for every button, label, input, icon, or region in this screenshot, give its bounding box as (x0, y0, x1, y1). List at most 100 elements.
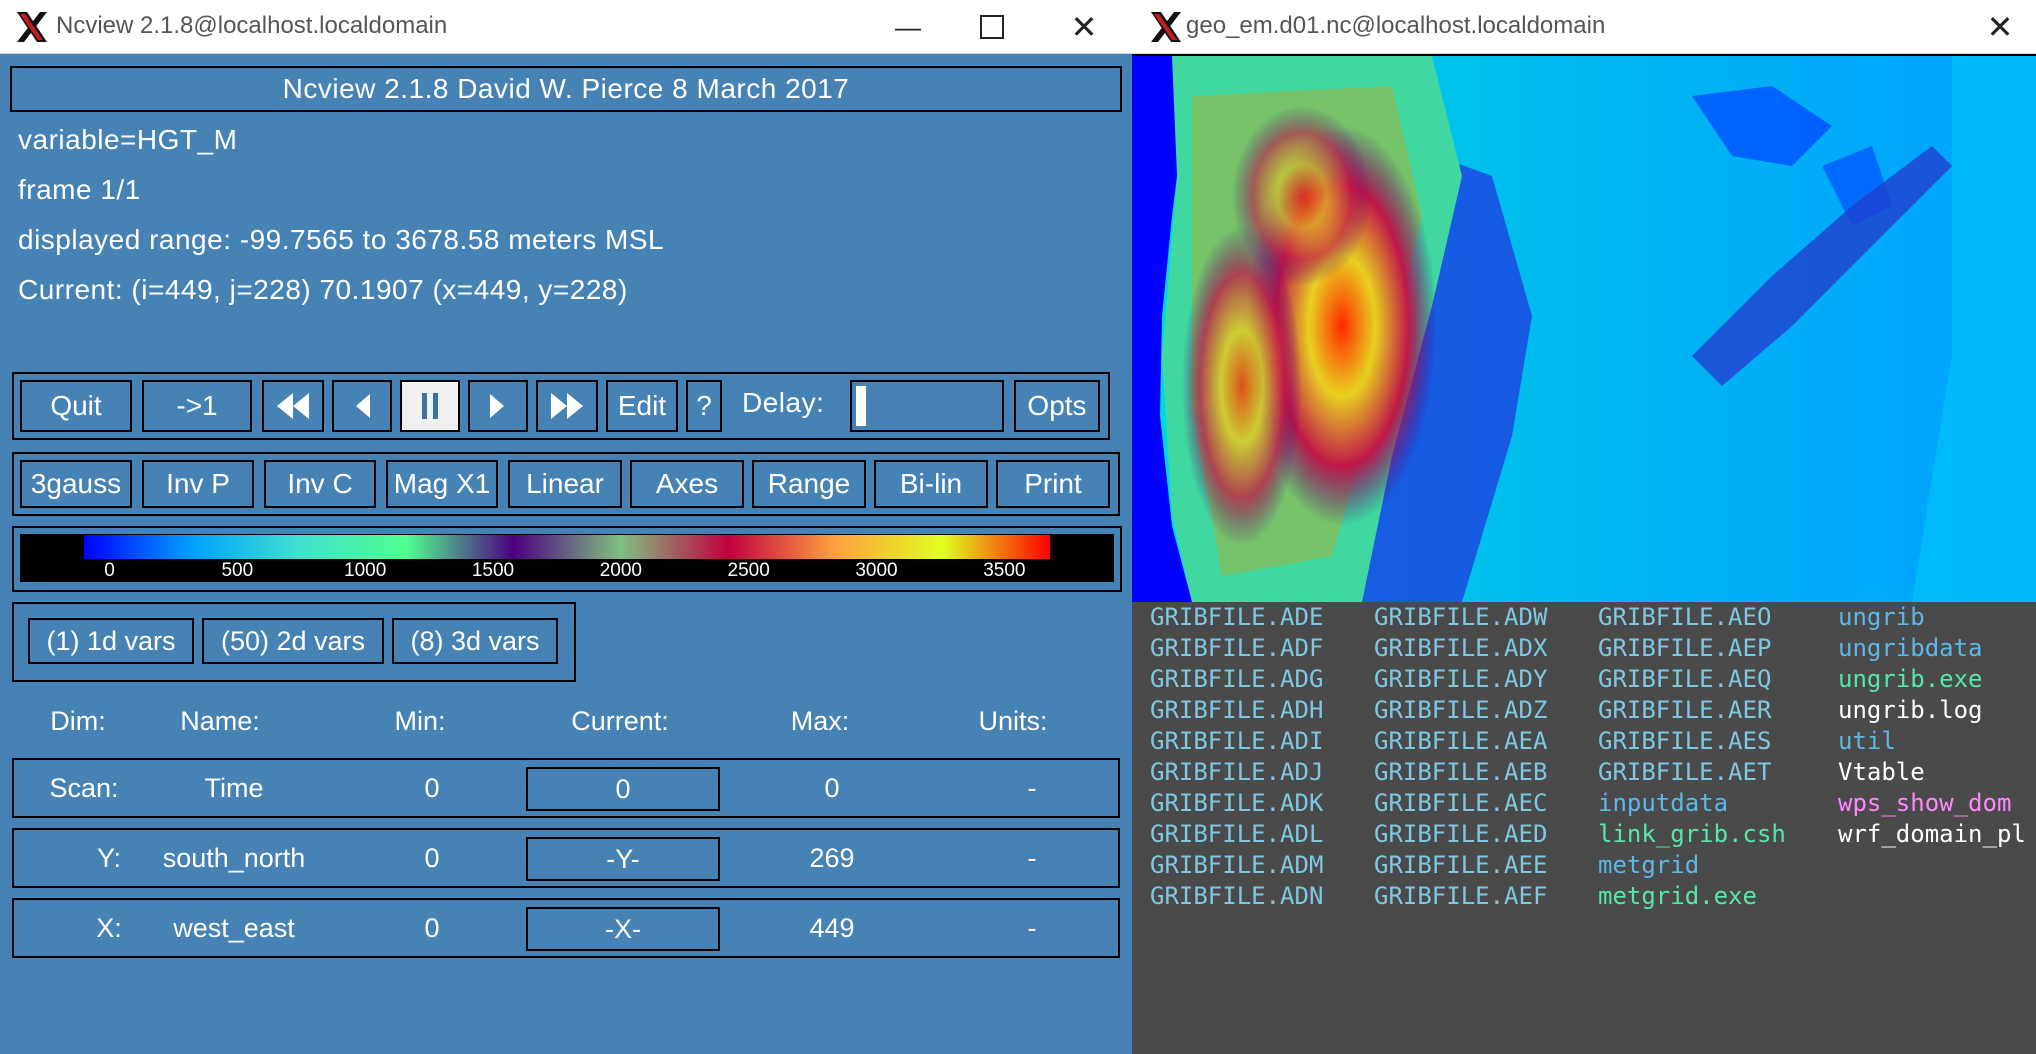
dim-max: 269 (809, 843, 855, 873)
axes-button[interactable]: Axes (630, 460, 744, 508)
list-item: GRIBFILE.ADJ (1150, 758, 1324, 786)
step-forward-icon (490, 394, 504, 418)
dim-name: south_north (162, 843, 306, 873)
step-back-button[interactable] (332, 380, 392, 432)
list-item: GRIBFILE.ADK (1150, 789, 1324, 817)
list-item: GRIBFILE.ADZ (1374, 696, 1548, 724)
pause-button[interactable] (400, 380, 460, 432)
step-backward-icon (356, 394, 370, 418)
opts-button[interactable]: Opts (1014, 380, 1100, 432)
list-item: ungrib (1838, 603, 1925, 631)
fast-forward-button[interactable] (536, 380, 598, 432)
list-item: GRIBFILE.AER (1598, 696, 1772, 724)
list-item: GRIBFILE.AEP (1598, 634, 1772, 662)
terminal-listing[interactable]: GRIBFILE.ADE GRIBFILE.ADF GRIBFILE.ADG G… (1132, 602, 2036, 1054)
list-item: GRIBFILE.AED (1374, 820, 1548, 848)
geo-window: geo_em.d01.nc@localhost.localdomain ✕ (1132, 0, 2036, 608)
close-icon[interactable]: ✕ (1980, 8, 2020, 46)
colorbar-tick-label: 3000 (855, 560, 898, 581)
3d-vars-button[interactable]: (8) 3d vars (392, 618, 558, 664)
list-item: GRIBFILE.ADH (1150, 696, 1324, 724)
list-item: GRIBFILE.AEE (1374, 851, 1548, 879)
list-item: inputdata (1598, 789, 1729, 817)
terminal-column-4: ungrib ungribdata ungrib.exe ungrib.log … (1838, 602, 2026, 850)
delay-label: Delay: (742, 387, 825, 418)
close-icon[interactable]: ✕ (1064, 8, 1104, 46)
list-item: GRIBFILE.AEQ (1598, 665, 1772, 693)
magnify-button[interactable]: Mag X1 (386, 460, 498, 508)
2d-vars-button[interactable]: (50) 2d vars (202, 618, 384, 664)
terrain-height-map[interactable] (1132, 56, 2036, 602)
quit-button[interactable]: Quit (20, 380, 132, 432)
pause-icon (422, 393, 438, 419)
name-header: Name: (180, 706, 260, 736)
geo-titlebar[interactable]: geo_em.d01.nc@localhost.localdomain ✕ (1132, 0, 2036, 54)
maximize-icon[interactable] (972, 8, 1012, 46)
list-item: GRIBFILE.ADN (1150, 882, 1324, 910)
list-item: GRIBFILE.ADF (1150, 634, 1324, 662)
list-item: GRIBFILE.ADW (1374, 603, 1548, 631)
list-item: GRIBFILE.AES (1598, 727, 1772, 755)
colorbar-tick-label: 3500 (983, 560, 1026, 581)
dim-current-button[interactable]: -Y- (526, 837, 720, 881)
dim-units: - (1027, 913, 1037, 943)
colorbar-tick-label: 1500 (471, 560, 515, 581)
fast-forward-icon (551, 393, 583, 419)
gauss-button[interactable]: 3gauss (20, 460, 132, 508)
dim-label: Scan: (49, 773, 119, 803)
min-header: Min: (394, 706, 446, 736)
list-item: GRIBFILE.AEA (1374, 727, 1548, 755)
ncview-titlebar[interactable]: Ncview 2.1.8@localhost.localdomain — ✕ (0, 0, 1132, 54)
geo-window-title: geo_em.d01.nc@localhost.localdomain (1186, 12, 1606, 39)
table-row: Y: south_north 0 -Y- 269 - (12, 828, 1120, 888)
list-item: GRIBFILE.ADL (1150, 820, 1324, 848)
delay-slider[interactable] (850, 380, 1004, 432)
range-button[interactable]: Range (752, 460, 866, 508)
transform-button[interactable]: Linear (508, 460, 622, 508)
frame-label: frame 1/1 (18, 174, 141, 205)
dim-name: Time (204, 773, 264, 803)
dim-min: 0 (424, 773, 440, 803)
dim-max: 0 (824, 773, 840, 803)
dim-current-button[interactable]: -X- (526, 907, 720, 951)
dim-min: 0 (424, 843, 440, 873)
dim-min: 0 (424, 913, 440, 943)
help-button[interactable]: ? (686, 380, 722, 432)
current-value-label: Current: (i=449, j=228) 70.1907 (x=449, … (18, 274, 628, 305)
x11-logo-icon (17, 12, 47, 42)
rewind-button[interactable] (262, 380, 324, 432)
list-item: GRIBFILE.AEO (1598, 603, 1772, 631)
list-item: metgrid.exe (1598, 882, 1757, 910)
list-item: GRIBFILE.ADI (1150, 727, 1324, 755)
list-item: GRIBFILE.ADX (1374, 634, 1548, 662)
list-item: ungrib.exe (1838, 665, 1983, 693)
dim-current-button[interactable]: 0 (526, 767, 720, 811)
minimize-icon[interactable]: — (888, 8, 928, 46)
edit-button[interactable]: Edit (606, 380, 678, 432)
1d-vars-button[interactable]: (1) 1d vars (28, 618, 194, 664)
list-item: GRIBFILE.AEF (1374, 882, 1548, 910)
terminal-column-1: GRIBFILE.ADE GRIBFILE.ADF GRIBFILE.ADG G… (1150, 602, 1323, 912)
list-item: metgrid (1598, 851, 1700, 879)
table-row: Scan: Time 0 0 0 - (12, 758, 1120, 818)
colorbar (84, 535, 1050, 559)
fast-backward-icon (277, 393, 309, 419)
list-item: GRIBFILE.ADE (1150, 603, 1324, 631)
delay-slider-thumb[interactable] (856, 386, 866, 426)
list-item: wps_show_dom (1838, 789, 2012, 817)
invert-physical-button[interactable]: Inv P (142, 460, 254, 508)
step-forward-button[interactable] (468, 380, 528, 432)
goto-first-button[interactable]: ->1 (142, 380, 252, 432)
print-button[interactable]: Print (996, 460, 1110, 508)
x11-logo-icon (1151, 12, 1181, 42)
list-item: GRIBFILE.AEC (1374, 789, 1548, 817)
invert-colormap-button[interactable]: Inv C (264, 460, 376, 508)
ncview-window-title: Ncview 2.1.8@localhost.localdomain (56, 12, 448, 39)
dim-name: west_east (173, 913, 295, 943)
list-item: link_grib.csh (1598, 820, 1786, 848)
bilinear-button[interactable]: Bi-lin (874, 460, 988, 508)
variable-label: variable=HGT_M (18, 124, 238, 155)
dim-max: 449 (809, 913, 855, 943)
list-item: GRIBFILE.AET (1598, 758, 1772, 786)
dim-header: Dim: (50, 706, 106, 736)
